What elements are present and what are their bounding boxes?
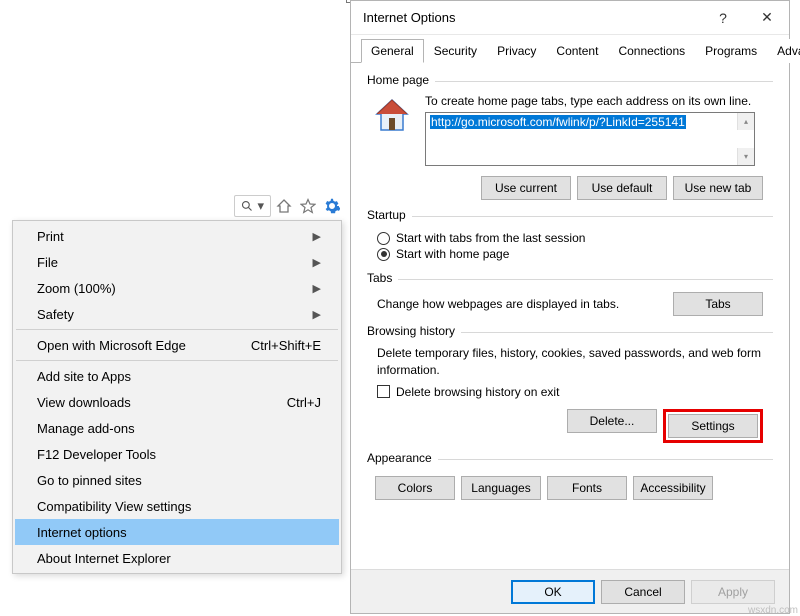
star-icon[interactable] — [297, 195, 319, 217]
menu-label: Go to pinned sites — [37, 473, 142, 488]
checkbox-delete-on-exit[interactable]: Delete browsing history on exit — [377, 385, 773, 399]
dialog-tabs: General Security Privacy Content Connect… — [351, 39, 789, 63]
menu-label: Open with Microsoft Edge — [37, 338, 186, 353]
menu-item-print[interactable]: Print ▶ — [15, 223, 339, 249]
menu-item-compat-view[interactable]: Compatibility View settings — [15, 493, 339, 519]
menu-shortcut: Ctrl+Shift+E — [251, 338, 321, 353]
radio-label: Start with home page — [396, 247, 509, 261]
home-icon[interactable] — [273, 195, 295, 217]
tab-connections[interactable]: Connections — [608, 39, 695, 63]
menu-item-zoom[interactable]: Zoom (100%) ▶ — [15, 275, 339, 301]
menu-label: Zoom (100%) — [37, 281, 116, 296]
homepage-url-textarea[interactable]: http://go.microsoft.com/fwlink/p/?LinkId… — [425, 112, 755, 166]
delete-button[interactable]: Delete... — [567, 409, 657, 433]
group-browsing-history: Browsing history Delete temporary files,… — [367, 332, 773, 449]
group-appearance: Appearance Colors Languages Fonts Access… — [367, 459, 773, 506]
radio-icon — [377, 248, 390, 261]
dialog-footer: OK Cancel Apply — [351, 569, 789, 613]
help-button[interactable]: ? — [701, 1, 745, 35]
cancel-button[interactable]: Cancel — [601, 580, 685, 604]
use-default-button[interactable]: Use default — [577, 176, 667, 200]
tab-privacy[interactable]: Privacy — [487, 39, 546, 63]
tab-content[interactable]: Content — [546, 39, 608, 63]
menu-label: About Internet Explorer — [37, 551, 171, 566]
dialog-body: Home page To create home page tabs, type… — [351, 63, 789, 506]
languages-button[interactable]: Languages — [461, 476, 541, 500]
homepage-desc: To create home page tabs, type each addr… — [425, 94, 773, 108]
group-legend: Browsing history — [367, 324, 461, 338]
watermark: wsxdn.com — [748, 605, 798, 616]
menu-label: File — [37, 255, 58, 270]
group-startup: Startup Start with tabs from the last se… — [367, 216, 773, 269]
group-home-page: Home page To create home page tabs, type… — [367, 81, 773, 206]
menu-label: View downloads — [37, 395, 131, 410]
accessibility-button[interactable]: Accessibility — [633, 476, 713, 500]
group-legend: Appearance — [367, 451, 438, 465]
tab-general[interactable]: General — [361, 39, 424, 63]
group-legend: Home page — [367, 73, 435, 87]
menu-shortcut: Ctrl+J — [287, 395, 321, 410]
radio-start-home-page[interactable]: Start with home page — [377, 247, 773, 261]
menu-item-add-site-apps[interactable]: Add site to Apps — [15, 363, 339, 389]
radio-start-last-session[interactable]: Start with tabs from the last session — [377, 231, 773, 245]
ie-toolbar: ▾ — [234, 195, 343, 217]
checkbox-icon — [377, 385, 390, 398]
chevron-right-icon: ▶ — [313, 308, 321, 321]
menu-separator — [16, 360, 338, 361]
scroll-up-icon[interactable]: ▴ — [737, 113, 754, 130]
search-icon — [241, 200, 253, 212]
internet-options-dialog: Internet Options ? ✕ General Security Pr… — [350, 0, 790, 614]
tab-advanced[interactable]: Advanced — [767, 39, 800, 63]
chevron-right-icon: ▶ — [313, 256, 321, 269]
ok-button[interactable]: OK — [511, 580, 595, 604]
group-tabs: Tabs Change how webpages are displayed i… — [367, 279, 773, 322]
gear-icon[interactable] — [321, 195, 343, 217]
use-new-tab-button[interactable]: Use new tab — [673, 176, 763, 200]
menu-item-manage-addons[interactable]: Manage add-ons — [15, 415, 339, 441]
use-current-button[interactable]: Use current — [481, 176, 571, 200]
checkbox-label: Delete browsing history on exit — [396, 385, 559, 399]
menu-label: Manage add-ons — [37, 421, 135, 436]
menu-label: Add site to Apps — [37, 369, 131, 384]
settings-button[interactable]: Settings — [668, 414, 758, 438]
fonts-button[interactable]: Fonts — [547, 476, 627, 500]
menu-item-about-ie[interactable]: About Internet Explorer — [15, 545, 339, 571]
highlight-settings: Settings — [663, 409, 763, 443]
chevron-right-icon: ▶ — [313, 282, 321, 295]
close-button[interactable]: ✕ — [745, 1, 789, 35]
tools-context-menu: Print ▶ File ▶ Zoom (100%) ▶ Safety ▶ Open w… — [12, 220, 342, 574]
scroll-down-icon[interactable]: ▾ — [737, 148, 754, 165]
dialog-titlebar: Internet Options ? ✕ — [351, 1, 789, 35]
history-desc: Delete temporary files, history, cookies… — [377, 345, 763, 379]
menu-separator — [16, 329, 338, 330]
tabs-button[interactable]: Tabs — [673, 292, 763, 316]
apply-button[interactable]: Apply — [691, 580, 775, 604]
menu-label: Compatibility View settings — [37, 499, 191, 514]
dialog-title: Internet Options — [363, 10, 701, 25]
house-icon — [371, 94, 413, 136]
menu-item-view-downloads[interactable]: View downloads Ctrl+J — [15, 389, 339, 415]
colors-button[interactable]: Colors — [375, 476, 455, 500]
menu-item-pinned-sites[interactable]: Go to pinned sites — [15, 467, 339, 493]
menu-item-safety[interactable]: Safety ▶ — [15, 301, 339, 327]
menu-item-f12-devtools[interactable]: F12 Developer Tools — [15, 441, 339, 467]
tab-programs[interactable]: Programs — [695, 39, 767, 63]
menu-label: Internet options — [37, 525, 127, 540]
menu-label: Safety — [37, 307, 74, 322]
radio-label: Start with tabs from the last session — [396, 231, 585, 245]
chevron-right-icon: ▶ — [313, 230, 321, 243]
tabs-desc: Change how webpages are displayed in tab… — [377, 297, 619, 311]
search-box[interactable]: ▾ — [234, 195, 271, 217]
menu-item-file[interactable]: File ▶ — [15, 249, 339, 275]
menu-item-edge[interactable]: Open with Microsoft Edge Ctrl+Shift+E — [15, 332, 339, 358]
homepage-url-value: http://go.microsoft.com/fwlink/p/?LinkId… — [430, 115, 686, 129]
group-legend: Tabs — [367, 271, 398, 285]
group-legend: Startup — [367, 208, 412, 222]
menu-label: Print — [37, 229, 64, 244]
menu-label: F12 Developer Tools — [37, 447, 156, 462]
tab-security[interactable]: Security — [424, 39, 487, 63]
menu-item-internet-options[interactable]: Internet options — [15, 519, 339, 545]
radio-icon — [377, 232, 390, 245]
